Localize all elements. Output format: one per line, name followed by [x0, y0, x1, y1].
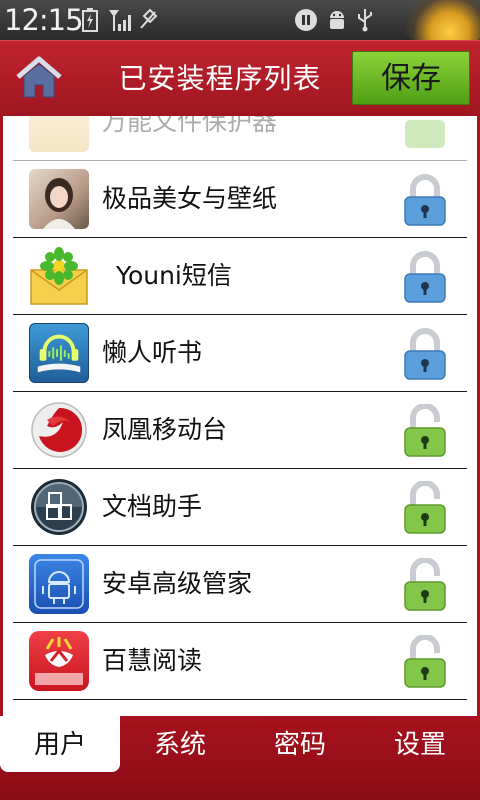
list-item[interactable]: 安卓高级管家 — [13, 546, 467, 623]
tab-system[interactable]: 系统 — [120, 716, 240, 772]
app-name: 极品美女与壁纸 — [102, 184, 278, 213]
save-button[interactable]: 保存 — [352, 51, 470, 105]
lock-closed-icon[interactable] — [403, 173, 447, 227]
usb-icon — [358, 9, 372, 32]
list-item[interactable]: 文档助手 — [13, 469, 467, 546]
lock-closed-icon[interactable] — [403, 250, 447, 304]
audiobook-icon — [29, 323, 89, 383]
list-item[interactable]: Youni短信 — [13, 238, 467, 315]
no-gps-icon — [140, 8, 158, 29]
bottom-tab-bar: 用户 系统 密码 设置 — [0, 716, 480, 800]
battery-icon — [82, 8, 98, 32]
app-list-panel: 万能文件保护器 极品美女与壁纸 Youni短信 懒人听书 凤凰移动台 文档助手 … — [3, 116, 477, 716]
phoenix-icon — [29, 400, 89, 460]
android-manager-icon — [29, 554, 89, 614]
app-name: 万能文件保护器 — [102, 116, 278, 136]
lock-open-icon[interactable] — [403, 481, 447, 535]
document-helper-icon — [29, 477, 89, 537]
baihui-reader-icon — [29, 631, 89, 691]
app-name: 文档助手 — [102, 492, 203, 521]
android-icon — [330, 11, 344, 29]
status-time: 12:15 — [4, 3, 84, 37]
app-name: 懒人听书 — [102, 338, 203, 367]
list-item[interactable]: 极品美女与壁纸 — [13, 161, 467, 238]
app-name: 安卓高级管家 — [102, 569, 253, 598]
list-item[interactable]: 凤凰移动台 — [13, 392, 467, 469]
app-name: 凤凰移动台 — [102, 415, 228, 444]
signal-icon — [109, 10, 131, 31]
wallpaper-girl-icon — [29, 169, 89, 229]
title-bar: 已安装程序列表 保存 — [0, 40, 480, 117]
lock-open-icon[interactable] — [403, 558, 447, 612]
home-icon[interactable] — [14, 55, 64, 101]
tab-password[interactable]: 密码 — [240, 716, 360, 772]
lock-closed-icon[interactable] — [403, 327, 447, 381]
app-name: 百慧阅读 — [102, 646, 203, 675]
list-item[interactable]: 百慧阅读 — [13, 623, 467, 700]
tab-user[interactable]: 用户 — [0, 716, 120, 772]
page-title: 已安装程序列表 — [118, 62, 322, 95]
tab-settings[interactable]: 设置 — [360, 716, 480, 772]
pause-icon — [295, 9, 317, 31]
list-item[interactable]: 懒人听书 — [13, 315, 467, 392]
lock-open-icon[interactable] — [403, 404, 447, 458]
lock-icon[interactable] — [403, 116, 447, 150]
list-item[interactable]: 万能文件保护器 — [13, 116, 467, 161]
app-name: Youni短信 — [116, 261, 232, 290]
lock-open-icon[interactable] — [403, 635, 447, 689]
app-list[interactable]: 万能文件保护器 极品美女与壁纸 Youni短信 懒人听书 凤凰移动台 文档助手 … — [3, 116, 477, 700]
youni-sms-icon — [29, 246, 89, 306]
status-bar: 12:15 — [0, 0, 480, 50]
file-protector-icon — [29, 116, 89, 152]
